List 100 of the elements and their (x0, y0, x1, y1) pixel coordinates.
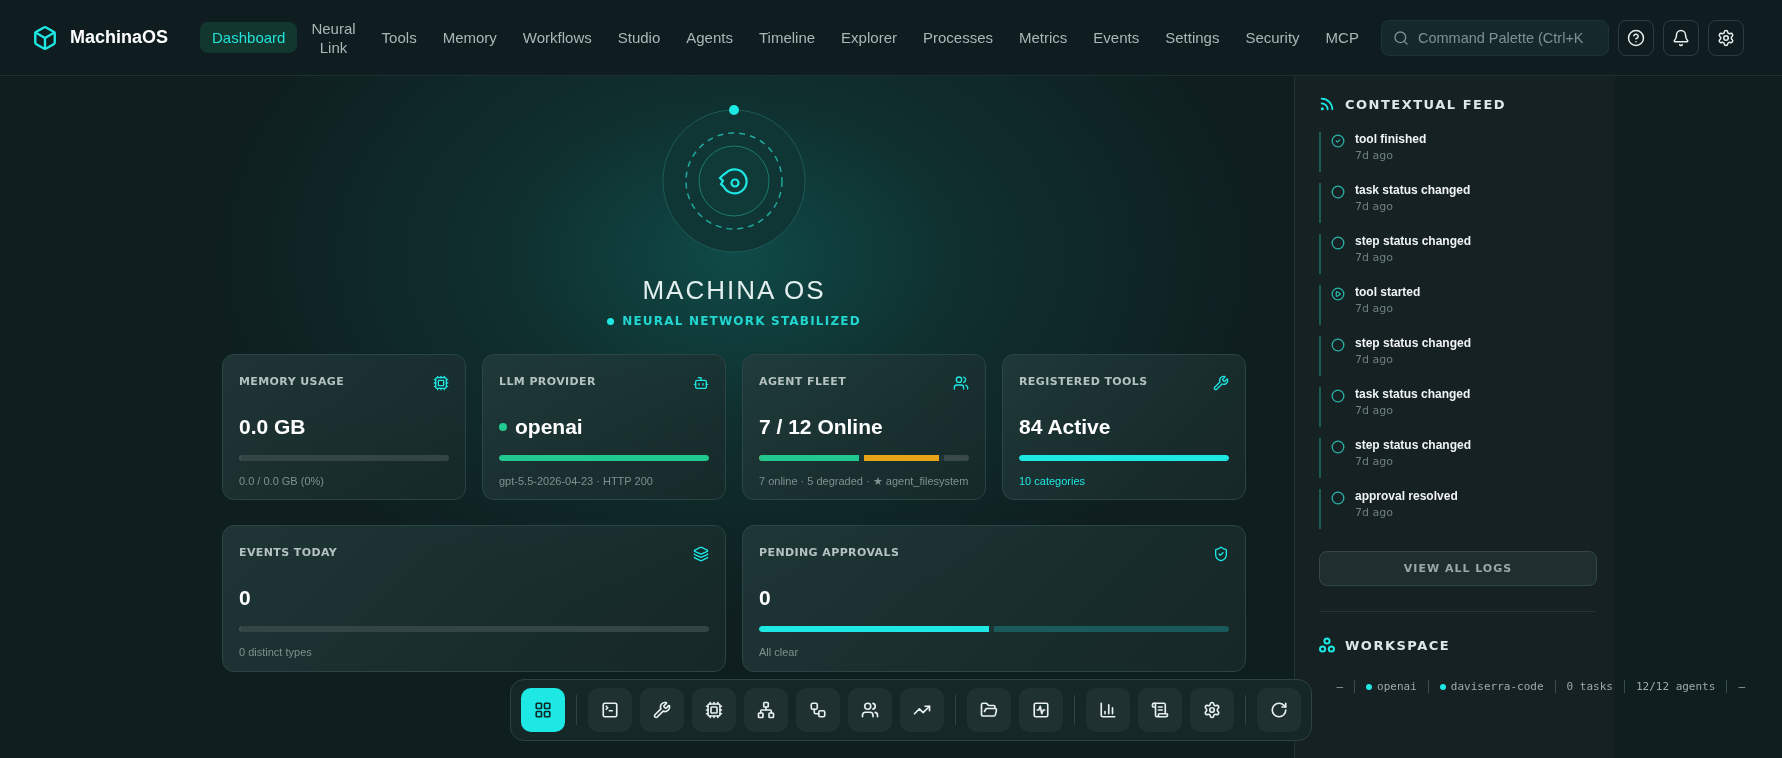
search-icon (1392, 29, 1409, 46)
feed-item[interactable]: task status changed 7d ago (1319, 183, 1595, 223)
card-label: MEMORY USAGE (239, 375, 345, 388)
event-time: 7d ago (1355, 506, 1394, 519)
stacked-squares-icon (693, 546, 709, 562)
status-text: openai (1377, 680, 1417, 693)
status-text: — (1336, 680, 1344, 693)
dock-button[interactable] (1086, 688, 1130, 732)
dock-button[interactable] (1019, 688, 1063, 732)
dock-button[interactable] (1257, 688, 1301, 732)
shield-check-icon (1213, 546, 1229, 562)
nav-tab[interactable]: Agents (674, 22, 745, 53)
dock-button[interactable] (796, 688, 840, 732)
event-time: 7d ago (1355, 404, 1394, 417)
feed-item[interactable]: tool finished 7d ago (1319, 132, 1595, 172)
view-all-logs-button[interactable]: VIEW ALL LOGS (1319, 551, 1597, 586)
nav-tab[interactable]: MCP (1313, 22, 1371, 53)
event-title: step status changed (1355, 438, 1472, 452)
card-caption: 10 categories (1019, 475, 1087, 487)
dock-button[interactable] (521, 688, 565, 732)
card-value: 0 (239, 586, 251, 610)
dock-button[interactable] (900, 688, 944, 732)
users-icon (953, 375, 969, 391)
wrench-icon (1213, 375, 1229, 391)
nav-tab[interactable]: Workflows (510, 22, 604, 53)
event-time: 7d ago (1355, 302, 1394, 315)
card-caption: 0.0 / 0.0 GB (0%) (239, 475, 325, 487)
notifications-button[interactable] (1662, 19, 1699, 56)
settings-button[interactable] (1707, 19, 1744, 56)
users-icon (861, 701, 879, 719)
card-caption: 0 distinct types (239, 646, 313, 658)
nav-tab[interactable]: Memory (430, 22, 509, 53)
feed-item[interactable]: step status changed 7d ago (1319, 234, 1595, 274)
dock-button[interactable] (1190, 688, 1234, 732)
event-time: 7d ago (1355, 149, 1394, 162)
feed-item[interactable]: step status changed 7d ago (1319, 438, 1595, 478)
card-caption: gpt-5.5-2026-04-23 · HTTP 200 (499, 475, 654, 487)
command-palette-field[interactable]: Command Palette (Ctrl+K (1380, 19, 1609, 56)
card-label: EVENTS TODAY (239, 546, 338, 559)
robot-icon (693, 375, 709, 391)
status-text: 0 tasks (1566, 680, 1613, 693)
help-button[interactable] (1617, 19, 1654, 56)
card-label: PENDING APPROVALS (759, 546, 900, 559)
nav-tab[interactable]: Dashboard (200, 22, 298, 53)
nav-tab[interactable]: Metrics (1007, 22, 1080, 53)
dock-button[interactable] (588, 688, 632, 732)
nav-tab[interactable]: Processes (910, 22, 1005, 53)
scroll-icon (1151, 701, 1169, 719)
hierarchy-icon (809, 701, 827, 719)
card-value: openai (515, 415, 583, 439)
help-icon (1626, 28, 1645, 47)
nav-tab[interactable]: Settings (1153, 22, 1232, 53)
card-value: 0 (759, 586, 771, 610)
grid-icon (534, 701, 552, 719)
nav-tab[interactable]: Neural Link (299, 12, 368, 63)
refresh-icon (1270, 701, 1288, 719)
card-value: 7 / 12 Online (759, 415, 883, 439)
hero-title: MACHINA OS (642, 275, 826, 306)
event-title: step status changed (1355, 234, 1472, 248)
bell-icon (1671, 28, 1690, 47)
chip-icon (433, 375, 449, 391)
wrench-icon (653, 701, 671, 719)
card-label: LLM PROVIDER (499, 375, 596, 388)
settings-icon (1203, 701, 1221, 719)
feed-item[interactable]: step status changed 7d ago (1319, 336, 1595, 376)
event-time: 7d ago (1355, 200, 1394, 213)
feed-icon (1319, 96, 1335, 112)
nav-tab[interactable]: Studio (605, 22, 673, 53)
status-text: — (1738, 680, 1745, 693)
three-circles-icon (1319, 637, 1335, 653)
dock-button[interactable] (848, 688, 892, 732)
nav-tab[interactable]: Events (1081, 22, 1152, 53)
feed-item[interactable]: approval resolved 7d ago (1319, 489, 1595, 529)
dock-button[interactable] (1138, 688, 1182, 732)
chip-icon (705, 701, 723, 719)
event-time: 7d ago (1355, 455, 1394, 468)
nav-tab[interactable]: Tools (369, 22, 429, 53)
cube-logo-icon (32, 24, 58, 51)
nav-tab[interactable]: Explorer (829, 22, 909, 53)
status-text: 12/12 agents (1635, 680, 1716, 693)
network-icon (757, 701, 775, 719)
terminal-icon (601, 701, 619, 719)
dock-button[interactable] (744, 688, 788, 732)
feed-item[interactable]: task status changed 7d ago (1319, 387, 1595, 427)
nav-tab[interactable]: Timeline (746, 22, 828, 53)
brand-name: MachinaOS (70, 27, 169, 48)
event-time: 7d ago (1355, 353, 1394, 366)
event-title: tool started (1355, 285, 1421, 299)
feed-item[interactable]: tool started 7d ago (1319, 285, 1595, 325)
nav-tab[interactable]: Security (1233, 22, 1312, 53)
dock-button[interactable] (640, 688, 684, 732)
dock-button[interactable] (692, 688, 736, 732)
panel-title: WORKSPACE (1345, 637, 1451, 653)
event-time: 7d ago (1355, 251, 1394, 264)
card-caption: 7 online · 5 degraded · ★ agent_filesystem (759, 475, 969, 488)
bar-chart-icon (1099, 701, 1117, 719)
dock-button[interactable] (967, 688, 1011, 732)
event-title: task status changed (1355, 183, 1471, 197)
status-text: daviserra-code (1450, 680, 1544, 693)
panel-title: CONTEXTUAL FEED (1345, 96, 1507, 112)
